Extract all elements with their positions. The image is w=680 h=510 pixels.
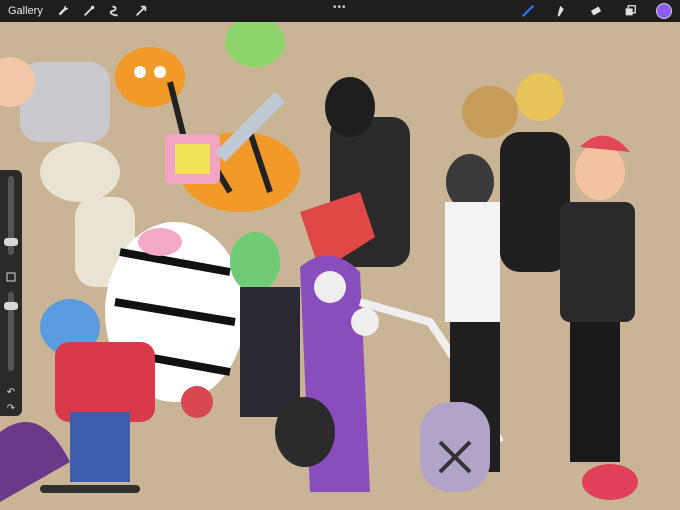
opacity-slider[interactable] xyxy=(4,292,18,372)
opacity-thumb[interactable] xyxy=(4,302,18,311)
wrench-icon[interactable] xyxy=(53,1,73,21)
artwork xyxy=(0,22,680,510)
top-toolbar: Gallery ••• xyxy=(0,0,680,22)
current-color-swatch xyxy=(656,3,672,19)
modify-button[interactable] xyxy=(3,269,19,284)
smudge-icon[interactable] xyxy=(552,1,572,21)
eraser-icon[interactable] xyxy=(586,1,606,21)
drawing-canvas[interactable]: ↶ ↷ xyxy=(0,22,680,510)
brush-size-slider[interactable] xyxy=(4,176,18,255)
transform-arrow-icon[interactable] xyxy=(131,1,151,21)
more-options-icon[interactable]: ••• xyxy=(333,2,347,13)
gallery-button[interactable]: Gallery xyxy=(8,5,43,17)
layers-icon[interactable] xyxy=(620,1,640,21)
selection-icon[interactable] xyxy=(105,1,125,21)
brush-size-thumb[interactable] xyxy=(4,238,18,246)
brush-icon[interactable] xyxy=(518,1,538,21)
redo-icon[interactable]: ↷ xyxy=(3,401,19,416)
magic-wand-icon[interactable] xyxy=(79,1,99,21)
brush-sidebar: ↶ ↷ xyxy=(0,170,22,416)
undo-icon[interactable]: ↶ xyxy=(3,385,19,400)
color-swatch-button[interactable] xyxy=(654,1,674,21)
